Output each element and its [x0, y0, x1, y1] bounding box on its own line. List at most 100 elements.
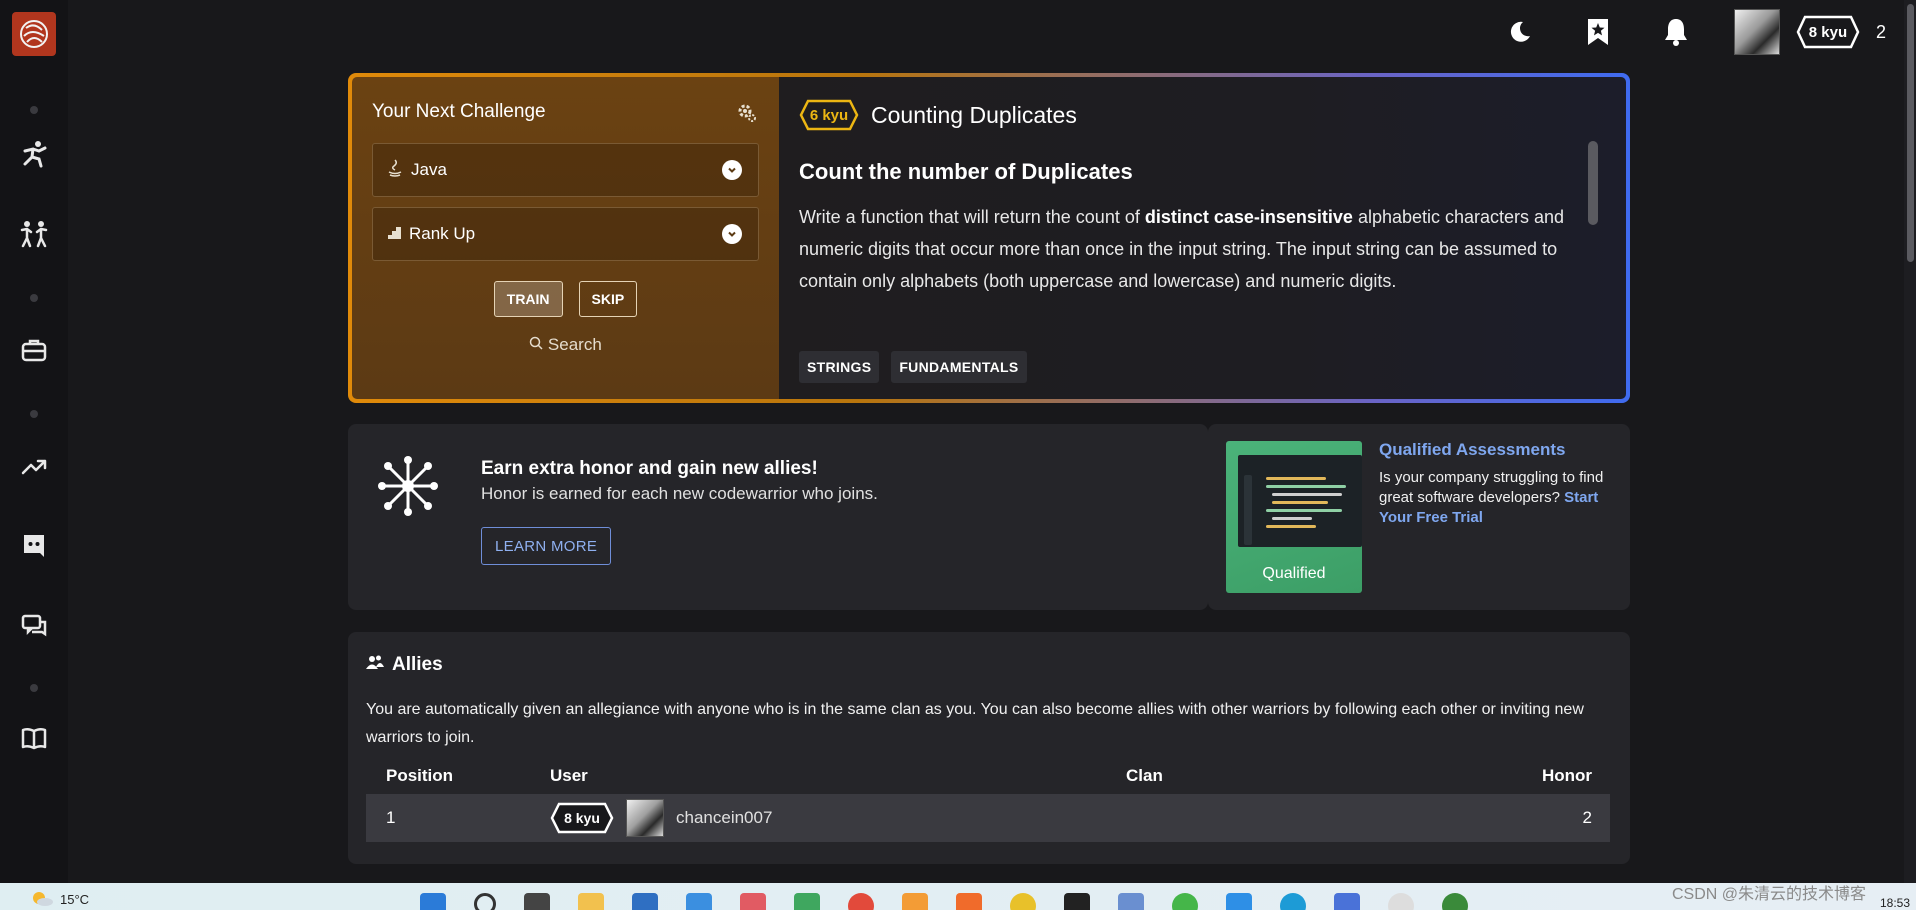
- search-icon: [529, 335, 548, 354]
- app-icon[interactable]: [1118, 893, 1144, 910]
- topbar: 8 kyu 2: [68, 0, 1916, 64]
- qualified-text: Is your company struggling to find great…: [1379, 468, 1619, 528]
- avatar[interactable]: [626, 799, 664, 837]
- app-icon[interactable]: [1334, 893, 1360, 910]
- briefcase-icon[interactable]: [16, 332, 52, 368]
- tag-fundamentals[interactable]: FUNDAMENTALS: [891, 351, 1027, 383]
- search-link-label: Search: [547, 335, 602, 354]
- tag-strings[interactable]: STRINGS: [799, 351, 880, 383]
- allies-section: Allies You are automatically given an al…: [348, 632, 1630, 864]
- kata-rank-label: 6 kyu: [809, 106, 849, 124]
- row-username-link[interactable]: chancein007: [676, 808, 772, 828]
- task-view-icon[interactable]: [524, 893, 550, 910]
- rank-badge-label: 8 kyu: [1808, 23, 1848, 41]
- weather-widget[interactable]: 15°C: [30, 889, 89, 910]
- chrome-icon[interactable]: [848, 893, 874, 910]
- kata-scrollbar[interactable]: [1588, 141, 1598, 225]
- search-icon[interactable]: [474, 893, 496, 910]
- practice-icon[interactable]: [16, 216, 52, 252]
- bell-icon[interactable]: [1656, 12, 1696, 52]
- taskbar-apps: [420, 893, 1468, 910]
- row-honor: 2: [1582, 808, 1592, 827]
- col-position-header[interactable]: Position: [366, 766, 550, 786]
- sidebar-divider-dot: [30, 410, 38, 418]
- edge-icon[interactable]: [1280, 893, 1306, 910]
- chat-icon[interactable]: [16, 608, 52, 644]
- sidebar: [0, 0, 68, 883]
- app-icon[interactable]: [1226, 893, 1252, 910]
- row-position: 1: [386, 808, 396, 827]
- kata-desc-text: Write a function that will return the co…: [799, 207, 1145, 227]
- train-button[interactable]: TRAIN: [493, 281, 563, 317]
- app-icon[interactable]: [1442, 893, 1468, 910]
- qualified-screenshot: [1238, 455, 1362, 547]
- language-select-value: Java: [411, 160, 447, 179]
- mail-icon[interactable]: [686, 893, 712, 910]
- gear-icon[interactable]: [737, 103, 757, 128]
- challenge-title: Your Next Challenge: [372, 101, 546, 122]
- strategy-select-value: Rank Up: [409, 224, 476, 243]
- col-honor-header[interactable]: Honor: [1490, 766, 1610, 786]
- row-rank-label: 8 kyu: [564, 810, 600, 826]
- wechat-icon[interactable]: [1172, 893, 1198, 910]
- file-explorer-icon[interactable]: [578, 893, 604, 910]
- terminal-icon[interactable]: [1064, 893, 1090, 910]
- page-scrollbar-thumb[interactable]: [1907, 4, 1914, 262]
- qualified-image-label: Qualified: [1262, 565, 1326, 582]
- app-icon[interactable]: [902, 893, 928, 910]
- language-select[interactable]: Java: [372, 143, 759, 197]
- challenge-settings-panel: Your Next Challenge Java Rank Up TRAIN S…: [352, 77, 779, 399]
- user-avatar[interactable]: [1733, 9, 1780, 55]
- moon-icon[interactable]: [1500, 12, 1540, 52]
- honor-count: 2: [1875, 21, 1886, 42]
- kata-name-link[interactable]: Counting Duplicates: [871, 102, 1077, 129]
- rank-badge[interactable]: 8 kyu: [1796, 15, 1860, 49]
- page-scrollbar[interactable]: [1904, 0, 1916, 883]
- app-icon[interactable]: [956, 893, 982, 910]
- training-icon[interactable]: [16, 136, 52, 172]
- store-icon[interactable]: [632, 893, 658, 910]
- trending-up-icon[interactable]: [16, 448, 52, 484]
- kata-rank-badge: 6 kyu: [799, 99, 859, 131]
- col-user-header[interactable]: User: [550, 766, 1126, 786]
- kata-subtitle: Count the number of Duplicates: [799, 159, 1133, 184]
- allies-table: Position User Clan Honor 1 8 kyu chancei…: [366, 758, 1610, 842]
- sidebar-divider-dot: [30, 294, 38, 302]
- start-icon[interactable]: [420, 893, 446, 910]
- book-icon[interactable]: [16, 720, 52, 756]
- qualified-ad-card: Qualified Qualified Assessments Is your …: [1208, 424, 1630, 610]
- kata-desc-bold: distinct case-insensitive: [1144, 207, 1353, 227]
- learn-more-button[interactable]: LEARN MORE: [481, 527, 612, 565]
- chevron-down-icon: [722, 224, 742, 244]
- discord-icon[interactable]: [16, 528, 52, 564]
- skip-button[interactable]: SKIP: [578, 281, 638, 317]
- table-header: Position User Clan Honor: [366, 758, 1610, 794]
- network-icon: [376, 454, 440, 523]
- users-icon: [366, 654, 384, 676]
- qualified-title-link[interactable]: Qualified Assessments: [1379, 440, 1565, 460]
- bookmark-star-icon[interactable]: [1578, 12, 1618, 52]
- qualified-preview-image[interactable]: Qualified: [1226, 441, 1362, 593]
- search-link[interactable]: Search: [372, 335, 759, 355]
- app-icon[interactable]: [740, 893, 766, 910]
- allies-description: You are automatically given an allegianc…: [366, 701, 1584, 746]
- codewars-logo-icon[interactable]: [12, 12, 56, 56]
- honor-card-subtitle: Honor is earned for each new codewarrior…: [481, 484, 878, 503]
- allies-title: Allies: [392, 654, 443, 675]
- kata-preview: 6 kyu Counting Duplicates Count the numb…: [779, 77, 1626, 399]
- sun-cloud-icon: [30, 889, 54, 910]
- chevron-down-icon: [722, 160, 742, 180]
- table-row[interactable]: 1 8 kyu chancein007 2: [366, 794, 1610, 842]
- os-taskbar: 15°C CSDN @朱清云的技术博客 18:53: [0, 883, 1916, 910]
- honor-referral-card: Earn extra honor and gain new allies! Ho…: [348, 424, 1208, 610]
- strategy-select[interactable]: Rank Up: [372, 207, 759, 261]
- app-icon[interactable]: [1010, 893, 1036, 910]
- stairs-icon: [387, 224, 403, 245]
- kata-description: Write a function that will return the co…: [799, 201, 1579, 297]
- temperature: 15°C: [60, 892, 90, 907]
- csdn-watermark: CSDN @朱清云的技术博客: [1671, 886, 1866, 903]
- app-icon[interactable]: [794, 893, 820, 910]
- col-clan-header[interactable]: Clan: [1126, 766, 1490, 786]
- taskbar-clock[interactable]: 18:53: [1880, 896, 1910, 910]
- paint-icon[interactable]: [1388, 893, 1414, 910]
